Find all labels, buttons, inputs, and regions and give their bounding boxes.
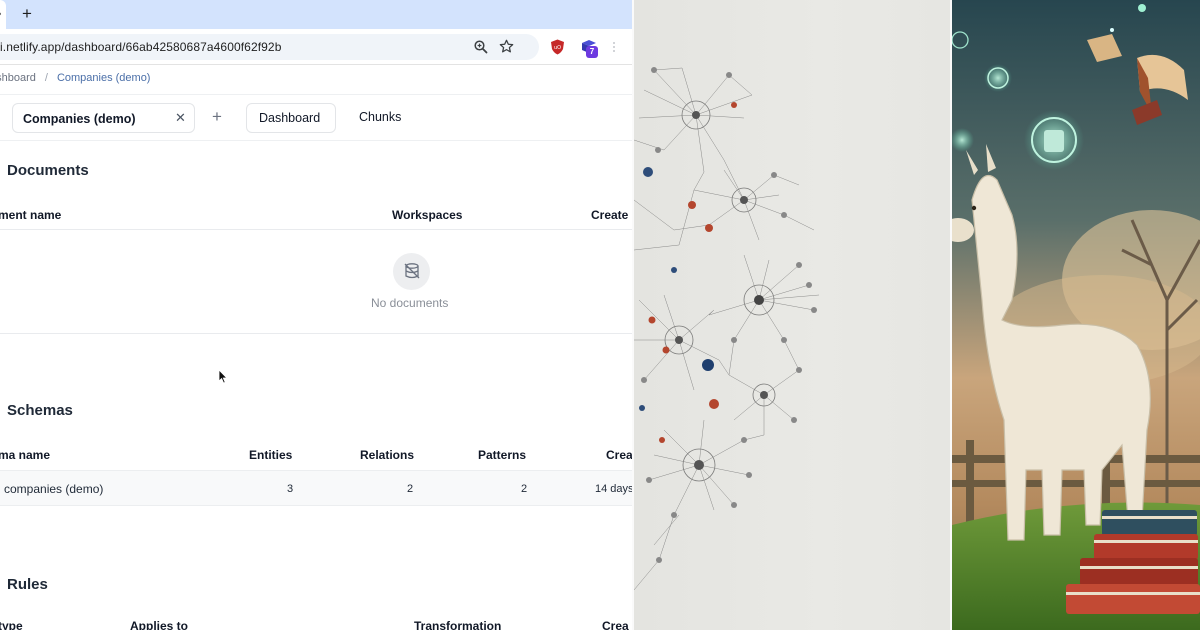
llama-scene-art [952, 0, 1200, 630]
empty-state-text: No documents [371, 296, 449, 310]
breadcrumb-current[interactable]: Companies (demo) [57, 72, 151, 84]
graph-nodes [639, 67, 817, 563]
workspace-tabs: Companies (demo) ✕ + Dashboard Chunks [0, 94, 632, 141]
tab-strip: • + [0, 0, 632, 29]
table-divider [0, 333, 632, 334]
zoom-icon[interactable] [473, 39, 489, 55]
schema-name-cell[interactable]: companies (demo) [4, 482, 103, 496]
breadcrumb-root[interactable]: ashboard [0, 72, 36, 84]
documents-heading: Documents [7, 162, 89, 179]
cluster-3 [708, 254, 820, 341]
col-transformation[interactable]: Transformation [414, 619, 501, 630]
network-graph-art [634, 67, 820, 591]
cluster-7 [634, 67, 815, 591]
browser-toolbar: i.netlify.app/dashboard/66ab42580687a460… [0, 29, 632, 65]
browser-tab[interactable]: • [0, 0, 6, 29]
relations-cell: 2 [407, 483, 414, 495]
rules-heading: Rules [7, 576, 48, 593]
patterns-cell: 2 [521, 483, 528, 495]
knowledge-graph-illustration [634, 0, 950, 630]
tab-fragment: • [0, 7, 1, 21]
new-tab-button[interactable]: + [18, 4, 36, 24]
col-document-name[interactable]: ment name [0, 208, 61, 222]
col-rule-type[interactable]: type [0, 619, 23, 630]
menu-dots-icon[interactable] [613, 41, 615, 53]
extension-badge: 7 [586, 46, 598, 58]
col-created[interactable]: Create [591, 208, 628, 222]
llama-illustration [952, 0, 1200, 630]
col-created[interactable]: Crea [602, 619, 629, 630]
created-cell: 14 days [595, 483, 632, 495]
no-database-icon [404, 263, 420, 279]
col-applies-to[interactable]: Applies to [130, 619, 188, 630]
ublock-shield-icon[interactable]: uO [550, 39, 565, 55]
col-relations[interactable]: Relations [360, 448, 414, 462]
bookmark-star-icon[interactable] [498, 38, 515, 55]
browser-window: • + i.netlify.app/dashboard/66ab42580687… [0, 0, 632, 630]
col-patterns[interactable]: Patterns [478, 448, 526, 462]
cluster-5 [728, 369, 800, 435]
col-entities[interactable]: Entities [249, 448, 292, 462]
add-tab-button[interactable]: + [212, 105, 222, 129]
tab-label: Companies (demo) [23, 112, 136, 126]
col-created[interactable]: Crea [606, 448, 632, 462]
tab-chunks[interactable]: Chunks [347, 103, 417, 133]
cluster-1 [638, 67, 753, 173]
tab-dashboard[interactable]: Dashboard [246, 103, 336, 133]
mouse-cursor-icon [218, 369, 228, 384]
tab-companies-demo[interactable]: Companies (demo) ✕ [12, 103, 195, 133]
col-workspaces[interactable]: Workspaces [392, 208, 462, 222]
schemas-heading: Schemas [7, 402, 73, 419]
address-bar[interactable]: i.netlify.app/dashboard/66ab42580687a460… [0, 34, 539, 60]
entities-cell: 3 [287, 483, 294, 495]
breadcrumb: ashboard / Companies (demo) [0, 72, 150, 84]
breadcrumb-separator: / [44, 72, 48, 84]
table-divider [0, 229, 632, 230]
svg-text:uO: uO [554, 45, 561, 51]
close-icon[interactable]: ✕ [175, 110, 186, 126]
col-schema-name[interactable]: ma name [0, 448, 50, 462]
url-text[interactable]: i.netlify.app/dashboard/66ab42580687a460… [0, 40, 282, 54]
